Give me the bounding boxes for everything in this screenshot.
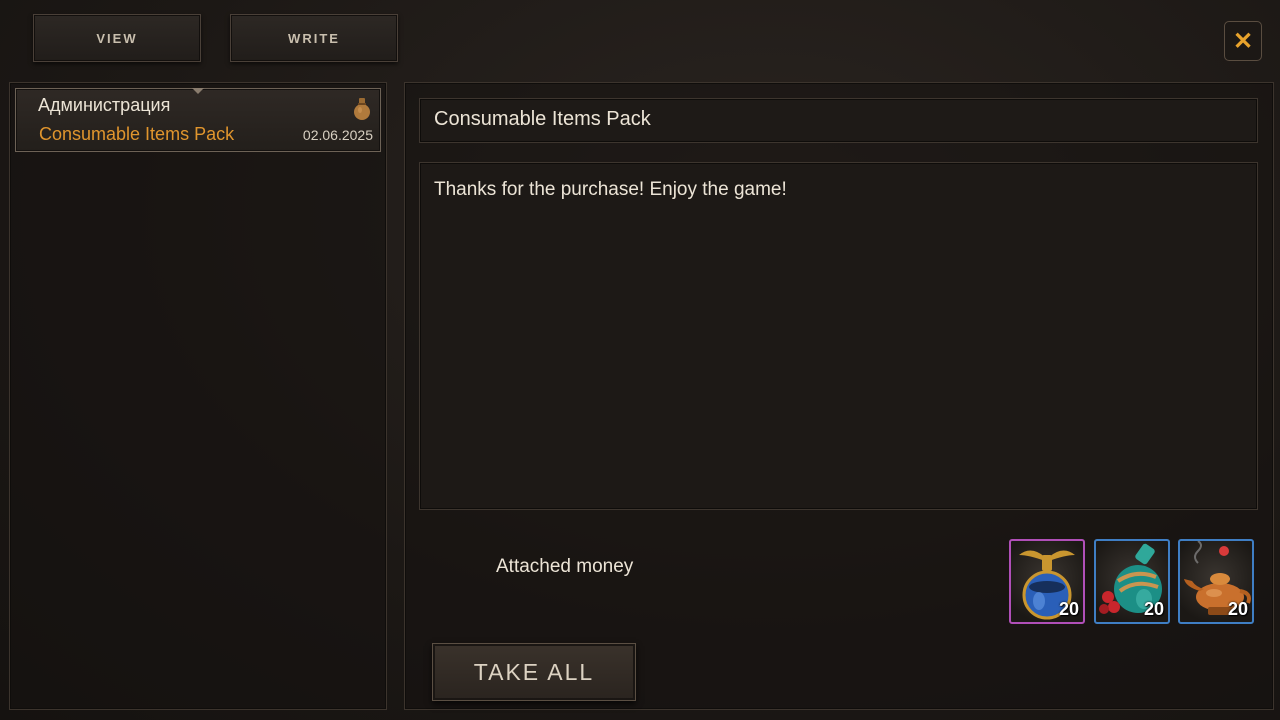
attachment-slot-1[interactable]: 20	[1009, 539, 1085, 624]
tab-write[interactable]: WRITE	[230, 14, 398, 62]
take-all-button[interactable]: TAKE ALL	[432, 643, 636, 701]
message-subject: Consumable Items Pack	[434, 108, 651, 130]
attachment-slot-2[interactable]: 20	[1094, 539, 1170, 624]
message-body-box: Thanks for the purchase! Enjoy the game!	[419, 162, 1258, 510]
selection-notch	[192, 88, 204, 94]
mail-date: 02.06.2025	[302, 127, 373, 143]
attachment-quantity: 20	[1143, 599, 1164, 619]
mail-subject: Consumable Items Pack	[39, 124, 235, 144]
tab-view[interactable]: VIEW	[33, 14, 201, 62]
message-body: Thanks for the purchase! Enjoy the game!	[434, 179, 787, 200]
attachment-quantity: 20	[1058, 599, 1079, 619]
close-icon: ✕	[1232, 27, 1254, 55]
close-button[interactable]: ✕	[1224, 21, 1262, 61]
attachment-slot-3[interactable]: 20	[1178, 539, 1254, 624]
attached-money-label: Attached money	[496, 556, 634, 577]
mail-list-item[interactable]: Администрация Consumable Items Pack 02.0…	[15, 88, 381, 152]
money-bag-icon	[354, 98, 370, 120]
attachment-quantity: 20	[1227, 599, 1248, 619]
message-subject-box: Consumable Items Pack	[419, 98, 1258, 143]
mail-sender: Администрация	[38, 95, 171, 115]
mail-list-panel	[9, 82, 387, 710]
